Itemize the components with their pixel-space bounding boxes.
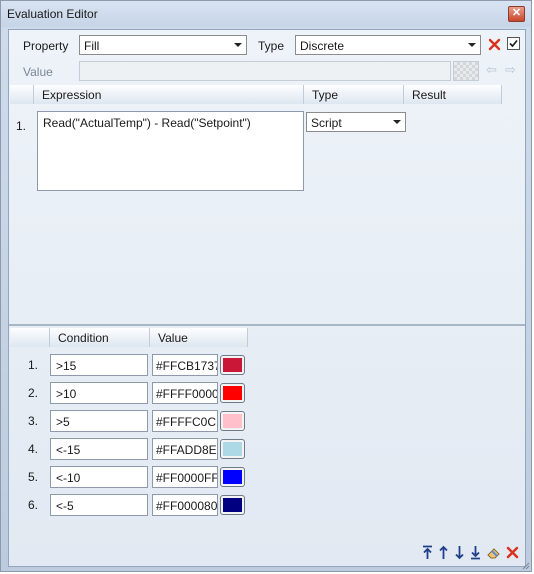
checkmark-icon [509,39,518,48]
color-value-input[interactable]: #FFFF0000 [152,382,218,404]
color-swatch-button[interactable] [220,467,245,487]
type-value: Discrete [300,39,345,53]
color-value-text: #FFCB1737 [156,359,217,373]
panel-splitter[interactable] [9,324,525,326]
condition-grid-corner [10,328,50,347]
expression-grid: Expression Type Result 1. Read("ActualTe… [10,85,526,323]
color-swatch-fill [223,470,242,484]
expression-grid-corner [10,85,34,104]
condition-input[interactable]: <-5 [50,494,148,516]
arrow-right-icon: ⇨ [505,62,516,77]
condition-input[interactable]: <-15 [50,438,148,460]
color-swatch-fill [223,358,242,372]
expression-type-value: Script [311,116,342,130]
condition-column-header[interactable]: Condition [50,328,150,347]
condition-text: <-5 [56,499,74,513]
condition-header-label: Condition [58,331,109,345]
evaluation-editor-window: Evaluation Editor ✕ Property Fill Type D… [0,0,532,572]
color-swatch-button[interactable] [220,383,245,403]
condition-text: <-10 [56,471,81,485]
color-value-input[interactable]: #FFFFC0CB [152,410,218,432]
color-swatch-fill [223,442,242,456]
delete-row-icon[interactable] [506,546,519,559]
color-swatch-fill [223,498,242,512]
condition-input[interactable]: <-10 [50,466,148,488]
move-down-icon[interactable] [453,545,466,560]
eraser-icon[interactable] [486,545,501,560]
value-header-label: Value [158,331,188,345]
condition-text: >15 [56,359,77,373]
color-value-text: #FF000080 [156,499,217,513]
row-number: 2. [27,386,38,400]
color-value-input[interactable]: #FFADD8E6 [152,438,218,460]
row-toolbar [421,544,521,562]
condition-input[interactable]: >10 [50,382,148,404]
condition-text: >5 [56,415,70,429]
window-title: Evaluation Editor [7,7,98,21]
expression-type-dropdown[interactable]: Script [306,112,406,132]
move-up-icon[interactable] [437,545,450,560]
delete-x-icon[interactable] [488,38,501,51]
arrow-left-icon: ⇦ [486,62,497,77]
condition-text: >10 [56,387,77,401]
row-number: 1. [27,358,38,372]
title-bar: Evaluation Editor ✕ [1,1,531,27]
color-swatch-fill [223,414,242,428]
close-button[interactable]: ✕ [508,6,525,22]
color-swatch-fill [223,386,242,400]
chevron-down-icon [234,43,242,47]
row-number: 4. [27,442,38,456]
enabled-checkbox[interactable] [507,37,520,50]
property-label: Property [23,39,69,53]
color-swatch-button[interactable] [220,495,245,515]
color-value-text: #FFFFC0CB [156,415,217,429]
resize-grip-icon[interactable] [520,560,530,570]
condition-input[interactable]: >15 [50,354,148,376]
value-label: Value [23,65,53,79]
move-bottom-icon[interactable] [469,545,482,560]
expression-text: Read("ActualTemp") - Read("Setpoint") [43,116,251,130]
type-header-label: Type [312,88,339,102]
property-value: Fill [84,39,100,53]
expression-textarea[interactable]: Read("ActualTemp") - Read("Setpoint") [37,111,304,191]
type-column-header[interactable]: Type [304,85,404,104]
condition-input[interactable]: >5 [50,410,148,432]
property-dropdown[interactable]: Fill [79,35,247,55]
chevron-down-icon [468,43,476,47]
row-number: 5. [27,470,38,484]
row-number: 6. [27,498,38,512]
chevron-down-icon [393,120,401,124]
row-number: 1. [15,119,26,133]
result-column-header[interactable]: Result [404,85,502,104]
value-column-header[interactable]: Value [150,328,248,347]
color-picker-swatch [453,61,479,81]
color-value-text: #FFADD8E6 [156,443,217,457]
color-swatch-button[interactable] [220,439,245,459]
color-value-input[interactable]: #FFCB1737 [152,354,218,376]
color-value-input[interactable]: #FF000080 [152,494,218,516]
color-swatch-button[interactable] [220,355,245,375]
expression-header-label: Expression [42,88,102,102]
color-swatch-button[interactable] [220,411,245,431]
row-number: 3. [27,414,38,428]
color-value-input[interactable]: #FF0000FF [152,466,218,488]
condition-text: <-15 [56,443,81,457]
color-value-text: #FF0000FF [156,471,217,485]
value-input [79,61,451,81]
type-dropdown[interactable]: Discrete [295,35,481,55]
editor-panel: Property Fill Type Discrete Value ⇦ ⇨ Ex… [8,29,526,567]
expression-column-header[interactable]: Expression [34,85,304,104]
color-value-text: #FFFF0000 [156,387,217,401]
type-label: Type [258,39,285,53]
move-top-icon[interactable] [421,545,434,560]
result-header-label: Result [412,88,447,102]
condition-grid: Condition Value 1. >15 #FFCB1737 2. >10 #FFFF… [10,328,526,538]
